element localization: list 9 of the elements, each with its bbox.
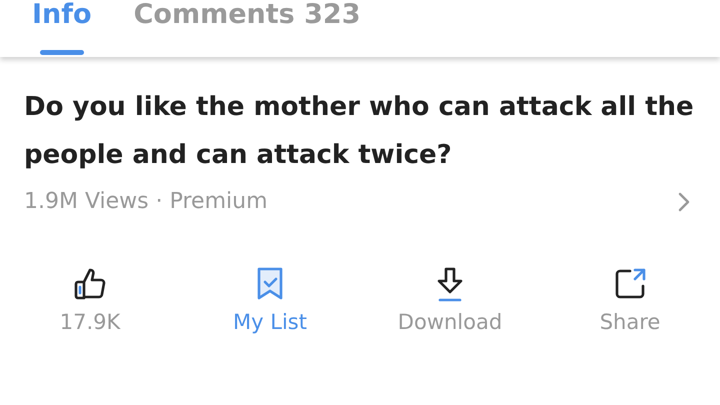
tab[interactable]: Comments 323 (134, 0, 360, 57)
video-meta: 1.9M Views · Premium (24, 189, 268, 214)
tab[interactable]: Info (32, 0, 92, 57)
chevron-right-icon[interactable] (678, 192, 690, 212)
action-button[interactable]: 17.9K (0, 264, 180, 334)
action-button[interactable]: Share (540, 264, 720, 334)
video-title: Do you like the mother who can attack all the people and can attack twice? (23, 91, 695, 172)
action-button[interactable]: Download (360, 264, 540, 334)
action-button[interactable]: My List (180, 264, 360, 334)
